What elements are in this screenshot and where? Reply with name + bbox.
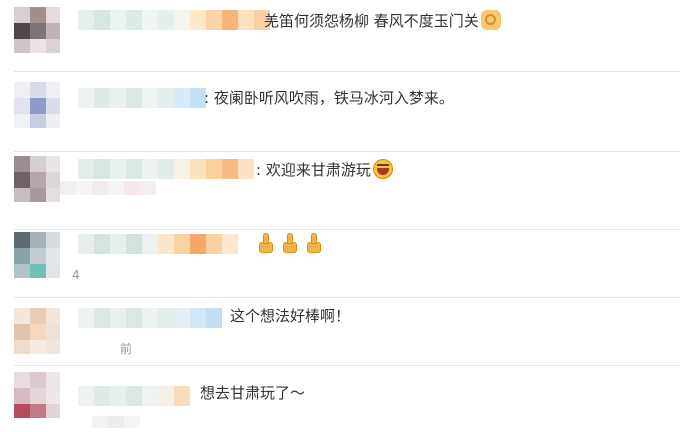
comment-meta: 4 [72,268,80,282]
comment-text: 这个想法好棒啊！ [230,306,350,326]
avatar[interactable] [14,7,60,53]
meta-fragment: 前 [120,342,133,356]
username-blurred[interactable] [78,234,238,254]
avatar[interactable] [14,372,60,418]
comment-text-content: 这个想法好棒啊！ [230,307,351,325]
comment-text-content: : 夜阑卧听风吹雨，铁马冰河入梦来。 [204,89,454,107]
comment-1: 羌笛何须怨杨柳 春风不度玉门关 [0,0,680,72]
comment-text: : 夜阑卧听风吹雨，铁马冰河入梦来。 [204,88,454,108]
comment-meta: 前 [120,342,132,356]
comment-2: : 夜阑卧听风吹雨，铁马冰河入梦来。 [0,72,680,152]
thumbs-up-icon [304,233,322,253]
laughing-face-icon [372,159,393,179]
comment-text: 羌笛何须怨杨柳 春风不度玉门关 [264,10,501,31]
comment-4: 4 [0,230,680,298]
username-blurred[interactable] [78,10,270,30]
meta-blurred [92,416,140,428]
avatar[interactable] [14,82,60,128]
comment-text-content: 想去甘肃玩了～ [200,384,306,402]
comment-emojis [256,233,328,254]
thumbs-up-icon [256,233,274,253]
username-blurred[interactable] [78,159,254,179]
thumbs-up-icon [280,233,298,253]
avatar[interactable] [14,156,60,202]
ok-hand-icon [480,10,501,30]
comment-6: 想去甘肃玩了～ [0,366,680,432]
avatar[interactable] [14,232,60,278]
meta-fragment: 4 [72,268,80,282]
username-blurred[interactable] [78,88,206,108]
comment-3: : 欢迎来甘肃游玩 [0,152,680,230]
comment-text: 想去甘肃玩了～ [200,383,305,403]
username-blurred[interactable] [78,308,222,328]
username-blurred[interactable] [78,386,190,406]
comment-text-content: 羌笛何须怨杨柳 春风不度玉门关 [264,12,479,30]
avatar[interactable] [14,308,60,354]
comment-text-content: : 欢迎来甘肃游玩 [256,161,371,179]
meta-blurred [60,181,156,195]
comment-text: : 欢迎来甘肃游玩 [256,159,393,180]
comment-5: 这个想法好棒啊！ 前 [0,298,680,366]
